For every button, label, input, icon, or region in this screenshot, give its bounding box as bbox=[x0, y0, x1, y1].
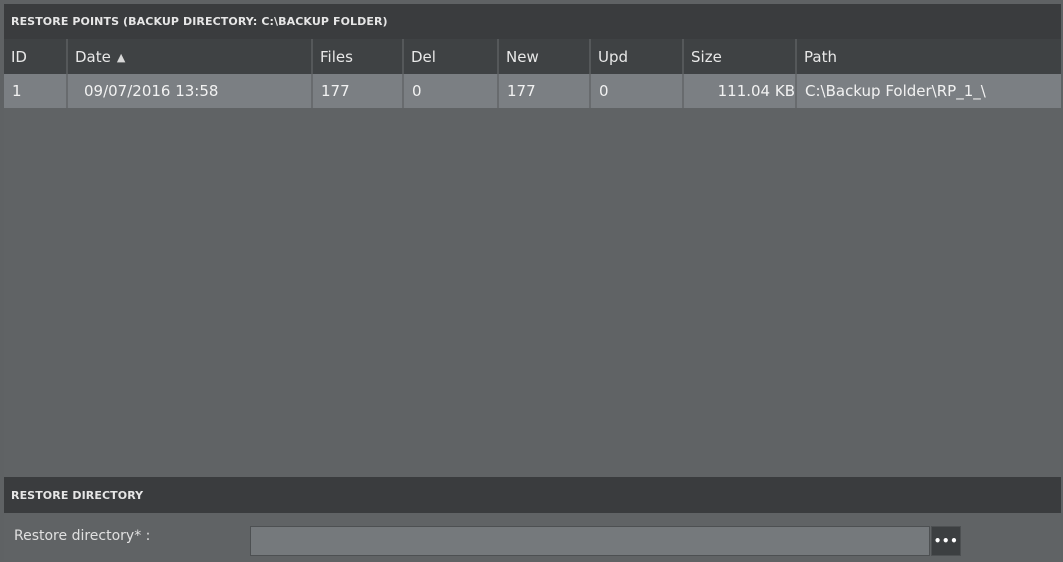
restore-directory-header: RESTORE DIRECTORY bbox=[4, 477, 1061, 513]
table-header-row: ID Date ▲ Files Del New Upd Size Path bbox=[4, 39, 1061, 74]
cell-files: 177 bbox=[311, 74, 403, 108]
sort-ascending-icon: ▲ bbox=[116, 50, 126, 64]
backup-restore-panel: RESTORE POINTS (BACKUP DIRECTORY: C:\BAC… bbox=[4, 4, 1061, 560]
cell-upd: 0 bbox=[589, 74, 683, 108]
cell-id: 1 bbox=[4, 74, 67, 108]
cell-del: 0 bbox=[402, 74, 498, 108]
ellipsis-icon: ••• bbox=[933, 534, 959, 548]
restore-points-title: RESTORE POINTS (BACKUP DIRECTORY: C:\BAC… bbox=[11, 15, 388, 28]
restore-directory-input[interactable] bbox=[250, 526, 930, 556]
column-header-date[interactable]: Date ▲ bbox=[66, 39, 312, 74]
column-header-path[interactable]: Path bbox=[795, 39, 1061, 74]
cell-size: 111.04 KB bbox=[682, 74, 796, 108]
column-header-size[interactable]: Size bbox=[682, 39, 796, 74]
browse-button[interactable]: ••• bbox=[931, 526, 961, 556]
cell-path: C:\Backup Folder\RP_1_\ bbox=[795, 74, 1061, 108]
restore-directory-title: RESTORE DIRECTORY bbox=[11, 488, 144, 502]
column-header-new[interactable]: New bbox=[497, 39, 590, 74]
column-header-files[interactable]: Files bbox=[311, 39, 403, 74]
column-header-upd[interactable]: Upd bbox=[589, 39, 683, 74]
column-header-del[interactable]: Del bbox=[402, 39, 498, 74]
restore-points-header: RESTORE POINTS (BACKUP DIRECTORY: C:\BAC… bbox=[4, 4, 1061, 39]
restore-directory-row: Restore directory* : ••• bbox=[4, 513, 1061, 560]
cell-new: 177 bbox=[497, 74, 590, 108]
cell-date: 09/07/2016 13:58 bbox=[66, 74, 312, 108]
table-row[interactable]: 1 09/07/2016 13:58 177 0 177 0 111.04 KB… bbox=[4, 74, 1061, 108]
restore-points-table: ID Date ▲ Files Del New Upd Size Path 1 0… bbox=[4, 39, 1061, 108]
restore-directory-label: Restore directory* : bbox=[14, 528, 151, 544]
column-header-id[interactable]: ID bbox=[4, 39, 67, 74]
